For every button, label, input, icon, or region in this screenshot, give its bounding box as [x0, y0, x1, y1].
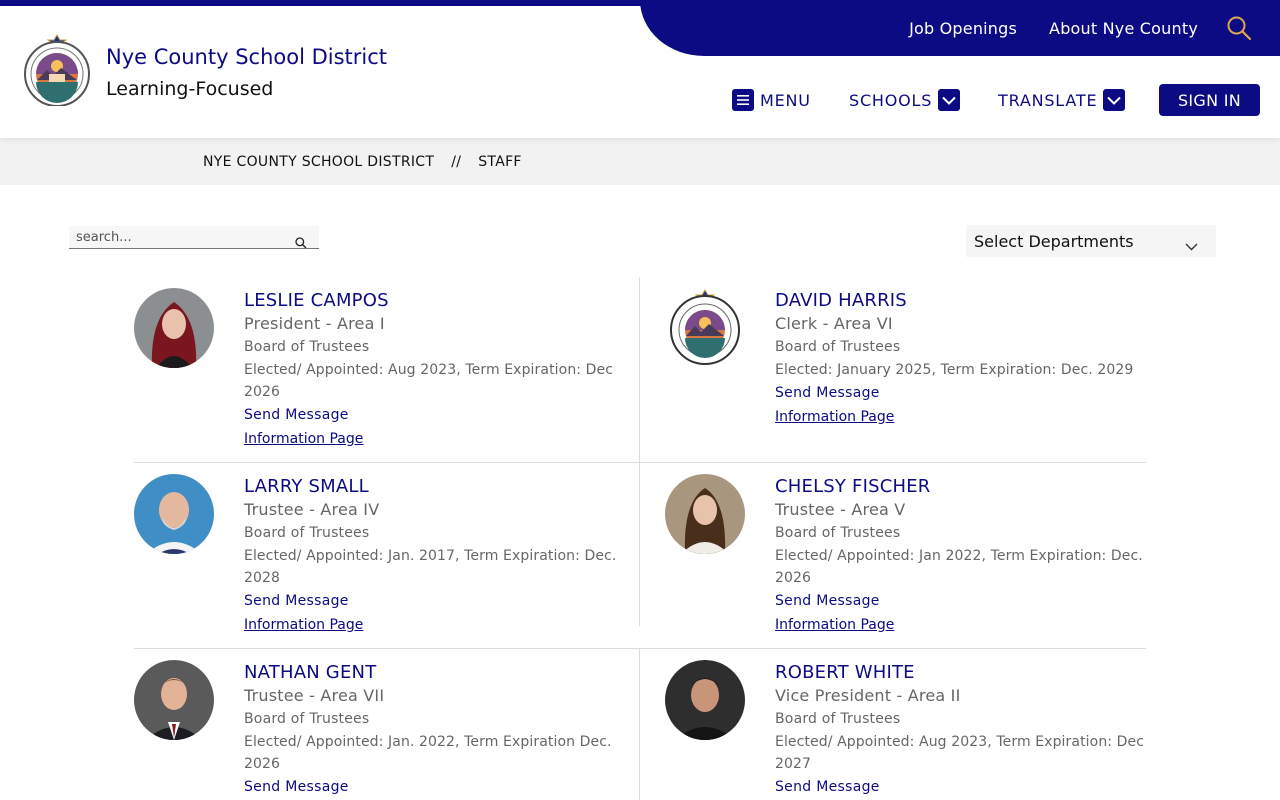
staff-photo: [665, 288, 745, 368]
staff-term: Elected/ Appointed: Jan. 2022, Term Expi…: [244, 734, 612, 772]
send-message-link[interactable]: Send Message: [244, 775, 634, 799]
staff-term: Elected/ Appointed: Jan. 2017, Term Expi…: [244, 548, 617, 586]
staff-name: LARRY SMALL: [244, 476, 369, 497]
column-divider: [639, 463, 640, 626]
staff-term: Elected/ Appointed: Jan 2022, Term Expir…: [775, 548, 1143, 586]
information-page-link[interactable]: Information Page: [244, 427, 634, 451]
translate-dropdown[interactable]: TRANSLATE: [998, 84, 1126, 116]
breadcrumb-staff: STAFF: [478, 153, 522, 170]
staff-info: CHELSY FISCHER Trustee - Area V Board of…: [775, 476, 1165, 637]
page: Job Openings About Nye County Nye County…: [0, 0, 1280, 800]
menu-button[interactable]: MENU: [732, 84, 811, 116]
staff-title: Trustee - Area VII: [244, 686, 385, 705]
department-select-label: Select Departments: [974, 231, 1134, 251]
staff-department: Board of Trustees: [775, 339, 901, 355]
information-page-link[interactable]: Information Page: [244, 613, 634, 637]
staff-term: Elected/ Appointed: Aug 2023, Term Expir…: [244, 362, 614, 400]
chevron-down-icon: [1185, 236, 1198, 255]
send-message-link[interactable]: Send Message: [775, 381, 1165, 405]
department-select[interactable]: Select Departments: [966, 225, 1216, 257]
staff-name: DAVID HARRIS: [775, 290, 907, 311]
utility-links: Job Openings About Nye County: [877, 0, 1252, 56]
staff-info: LARRY SMALL Trustee - Area IV Board of T…: [244, 476, 634, 637]
staff-info: LESLIE CAMPOS President - Area I Board o…: [244, 290, 634, 451]
staff-department: Board of Trustees: [775, 711, 901, 727]
staff-search-input[interactable]: [69, 226, 289, 249]
send-message-link[interactable]: Send Message: [775, 775, 1165, 799]
staff-term: Elected/ Appointed: Aug 2023, Term Expir…: [775, 734, 1145, 772]
site-header: Job Openings About Nye County Nye County…: [0, 0, 1280, 138]
staff-photo: [134, 660, 214, 740]
staff-photo: [134, 474, 214, 554]
staff-info: ROBERT WHITE Vice President - Area II Bo…: [775, 662, 1165, 799]
search-icon[interactable]: [295, 234, 307, 253]
site-name[interactable]: Nye County School District: [106, 45, 387, 69]
staff-search: [69, 226, 319, 249]
staff-photo: [665, 660, 745, 740]
chevron-down-icon: [1103, 89, 1126, 111]
information-page-link[interactable]: Information Page: [775, 405, 1165, 429]
staff-info: DAVID HARRIS Clerk - Area VI Board of Tr…: [775, 290, 1165, 429]
staff-department: Board of Trustees: [244, 711, 370, 727]
staff-name: NATHAN GENT: [244, 662, 377, 683]
staff-department: Board of Trustees: [244, 525, 370, 541]
staff-term: Elected: January 2025, Term Expiration: …: [775, 362, 1134, 378]
breadcrumb-district[interactable]: NYE COUNTY SCHOOL DISTRICT: [203, 154, 434, 170]
chevron-down-icon: [938, 89, 961, 111]
district-seal-logo[interactable]: [23, 34, 91, 107]
staff-name: CHELSY FISCHER: [775, 476, 931, 497]
job-openings-link[interactable]: Job Openings: [909, 19, 1017, 38]
search-icon[interactable]: [1226, 15, 1252, 41]
staff-title: Trustee - Area V: [775, 500, 906, 519]
site-tagline: Learning-Focused: [106, 78, 274, 100]
column-divider: [639, 277, 640, 463]
staff-title: Trustee - Area IV: [244, 500, 380, 519]
schools-dropdown[interactable]: SCHOOLS: [849, 84, 961, 116]
breadcrumb-separator: //: [451, 153, 462, 170]
row-divider: [134, 648, 1146, 649]
staff-title: Vice President - Area II: [775, 686, 961, 705]
hamburger-icon: [732, 89, 754, 111]
column-divider: [639, 649, 640, 800]
staff-department: Board of Trustees: [244, 339, 370, 355]
staff-photo: [134, 288, 214, 368]
send-message-link[interactable]: Send Message: [244, 403, 634, 427]
staff-photo: [665, 474, 745, 554]
staff-name: LESLIE CAMPOS: [244, 290, 389, 311]
row-divider: [134, 462, 1146, 463]
send-message-link[interactable]: Send Message: [775, 589, 1165, 613]
staff-title: Clerk - Area VI: [775, 314, 893, 333]
send-message-link[interactable]: Send Message: [244, 589, 634, 613]
staff-info: NATHAN GENT Trustee - Area VII Board of …: [244, 662, 634, 799]
sign-in-button[interactable]: SIGN IN: [1159, 84, 1260, 116]
staff-department: Board of Trustees: [775, 525, 901, 541]
staff-title: President - Area I: [244, 314, 385, 333]
about-nye-county-link[interactable]: About Nye County: [1049, 19, 1198, 38]
menu-label: MENU: [760, 90, 811, 110]
schools-label: SCHOOLS: [849, 90, 933, 110]
breadcrumb: NYE COUNTY SCHOOL DISTRICT // STAFF: [0, 138, 1280, 185]
staff-name: ROBERT WHITE: [775, 662, 915, 683]
translate-label: TRANSLATE: [998, 90, 1098, 110]
information-page-link[interactable]: Information Page: [775, 613, 1165, 637]
